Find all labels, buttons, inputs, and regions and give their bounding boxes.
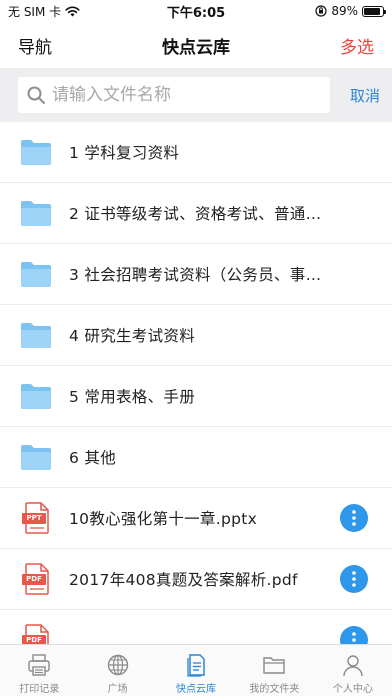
person-icon xyxy=(340,652,366,678)
folder-icon xyxy=(20,441,52,473)
multi-select-button[interactable]: 多选 xyxy=(340,33,374,58)
cloud-library-icon xyxy=(183,652,209,678)
search-bar: 取消 xyxy=(0,68,392,122)
search-input[interactable] xyxy=(52,85,312,105)
tab-person[interactable]: 个人中心 xyxy=(314,645,392,696)
orientation-lock-icon xyxy=(315,5,327,17)
row-label: 5 常用表格、手册 xyxy=(69,388,195,406)
row-label: 2017年408真题及答案解析.pdf xyxy=(69,571,298,589)
tab-label: 快点云库 xyxy=(176,684,217,695)
more-options-button[interactable] xyxy=(340,626,368,644)
folder-row[interactable]: 6 其他 xyxy=(0,427,392,488)
row-label: 4 研究生考试资料 xyxy=(69,327,195,345)
file-row[interactable]: PPT 10教心强化第十一章.pptx xyxy=(0,488,392,549)
tab-bar: 打印记录 广场 快点云库 我的文件夹 个人中心 xyxy=(0,644,392,696)
cancel-button[interactable]: 取消 xyxy=(350,85,384,106)
folder-icon xyxy=(20,136,52,168)
battery-level xyxy=(364,7,381,15)
battery-percent: 89% xyxy=(331,4,358,18)
folder-row[interactable]: 5 常用表格、手册 xyxy=(0,366,392,427)
more-options-button[interactable] xyxy=(340,504,368,532)
row-label: 2 证书等级考试、资格考试、普通话、驾照 xyxy=(69,205,327,223)
status-left: 无 SIM 卡 xyxy=(8,3,80,20)
page-title: 快点云库 xyxy=(162,37,230,58)
pdf-file-icon: PDF xyxy=(20,624,52,644)
folder-row[interactable]: 4 研究生考试资料 xyxy=(0,305,392,366)
printer-icon xyxy=(26,652,52,678)
row-label: 6 其他 xyxy=(69,449,116,467)
file-row[interactable]: PDF 2017年408真题及答案解析.pdf xyxy=(0,549,392,610)
file-row[interactable]: PDF xyxy=(0,610,392,644)
file-type-badge: PPT xyxy=(26,514,42,522)
tab-label: 广场 xyxy=(107,684,128,695)
status-bar: 无 SIM 卡 下午6:05 89% xyxy=(0,0,392,22)
folder-icon xyxy=(20,258,52,290)
folder-icon xyxy=(20,197,52,229)
search-box[interactable] xyxy=(18,77,330,113)
folder-icon xyxy=(261,652,287,678)
tab-label: 打印记录 xyxy=(19,684,60,695)
tab-printer[interactable]: 打印记录 xyxy=(0,645,78,696)
more-options-button[interactable] xyxy=(340,565,368,593)
battery-icon xyxy=(362,5,386,17)
ppt-file-icon: PPT xyxy=(20,502,52,534)
file-type-badge: PDF xyxy=(26,575,42,583)
status-right: 89% xyxy=(315,4,386,18)
row-label: 10教心强化第十一章.pptx xyxy=(69,510,258,528)
search-icon xyxy=(27,86,45,104)
row-label: 3 社会招聘考试资料（公务员、事业单位、教师） xyxy=(69,266,327,284)
tab-label: 我的文件夹 xyxy=(249,684,300,695)
wifi-icon xyxy=(65,6,80,16)
folder-row[interactable]: 1 学科复习资料 xyxy=(0,122,392,183)
tab-globe[interactable]: 广场 xyxy=(78,645,156,696)
navigation-bar: 导航 快点云库 多选 xyxy=(0,22,392,68)
folder-row[interactable]: 3 社会招聘考试资料（公务员、事业单位、教师） xyxy=(0,244,392,305)
tab-cloud-library[interactable]: 快点云库 xyxy=(157,645,235,696)
globe-icon xyxy=(105,652,131,678)
tab-label: 个人中心 xyxy=(332,684,373,695)
folder-icon xyxy=(20,319,52,351)
nav-button[interactable]: 导航 xyxy=(18,33,52,58)
carrier-label: 无 SIM 卡 xyxy=(8,4,62,19)
file-type-badge: PDF xyxy=(26,636,42,644)
tab-folder[interactable]: 我的文件夹 xyxy=(235,645,313,696)
folder-icon xyxy=(20,380,52,412)
pdf-file-icon: PDF xyxy=(20,563,52,595)
file-list: 1 学科复习资料 2 证书等级考试、资格考试、普通话、驾照 3 社会招聘考试资料… xyxy=(0,122,392,644)
row-label: 1 学科复习资料 xyxy=(69,144,180,162)
folder-row[interactable]: 2 证书等级考试、资格考试、普通话、驾照 xyxy=(0,183,392,244)
